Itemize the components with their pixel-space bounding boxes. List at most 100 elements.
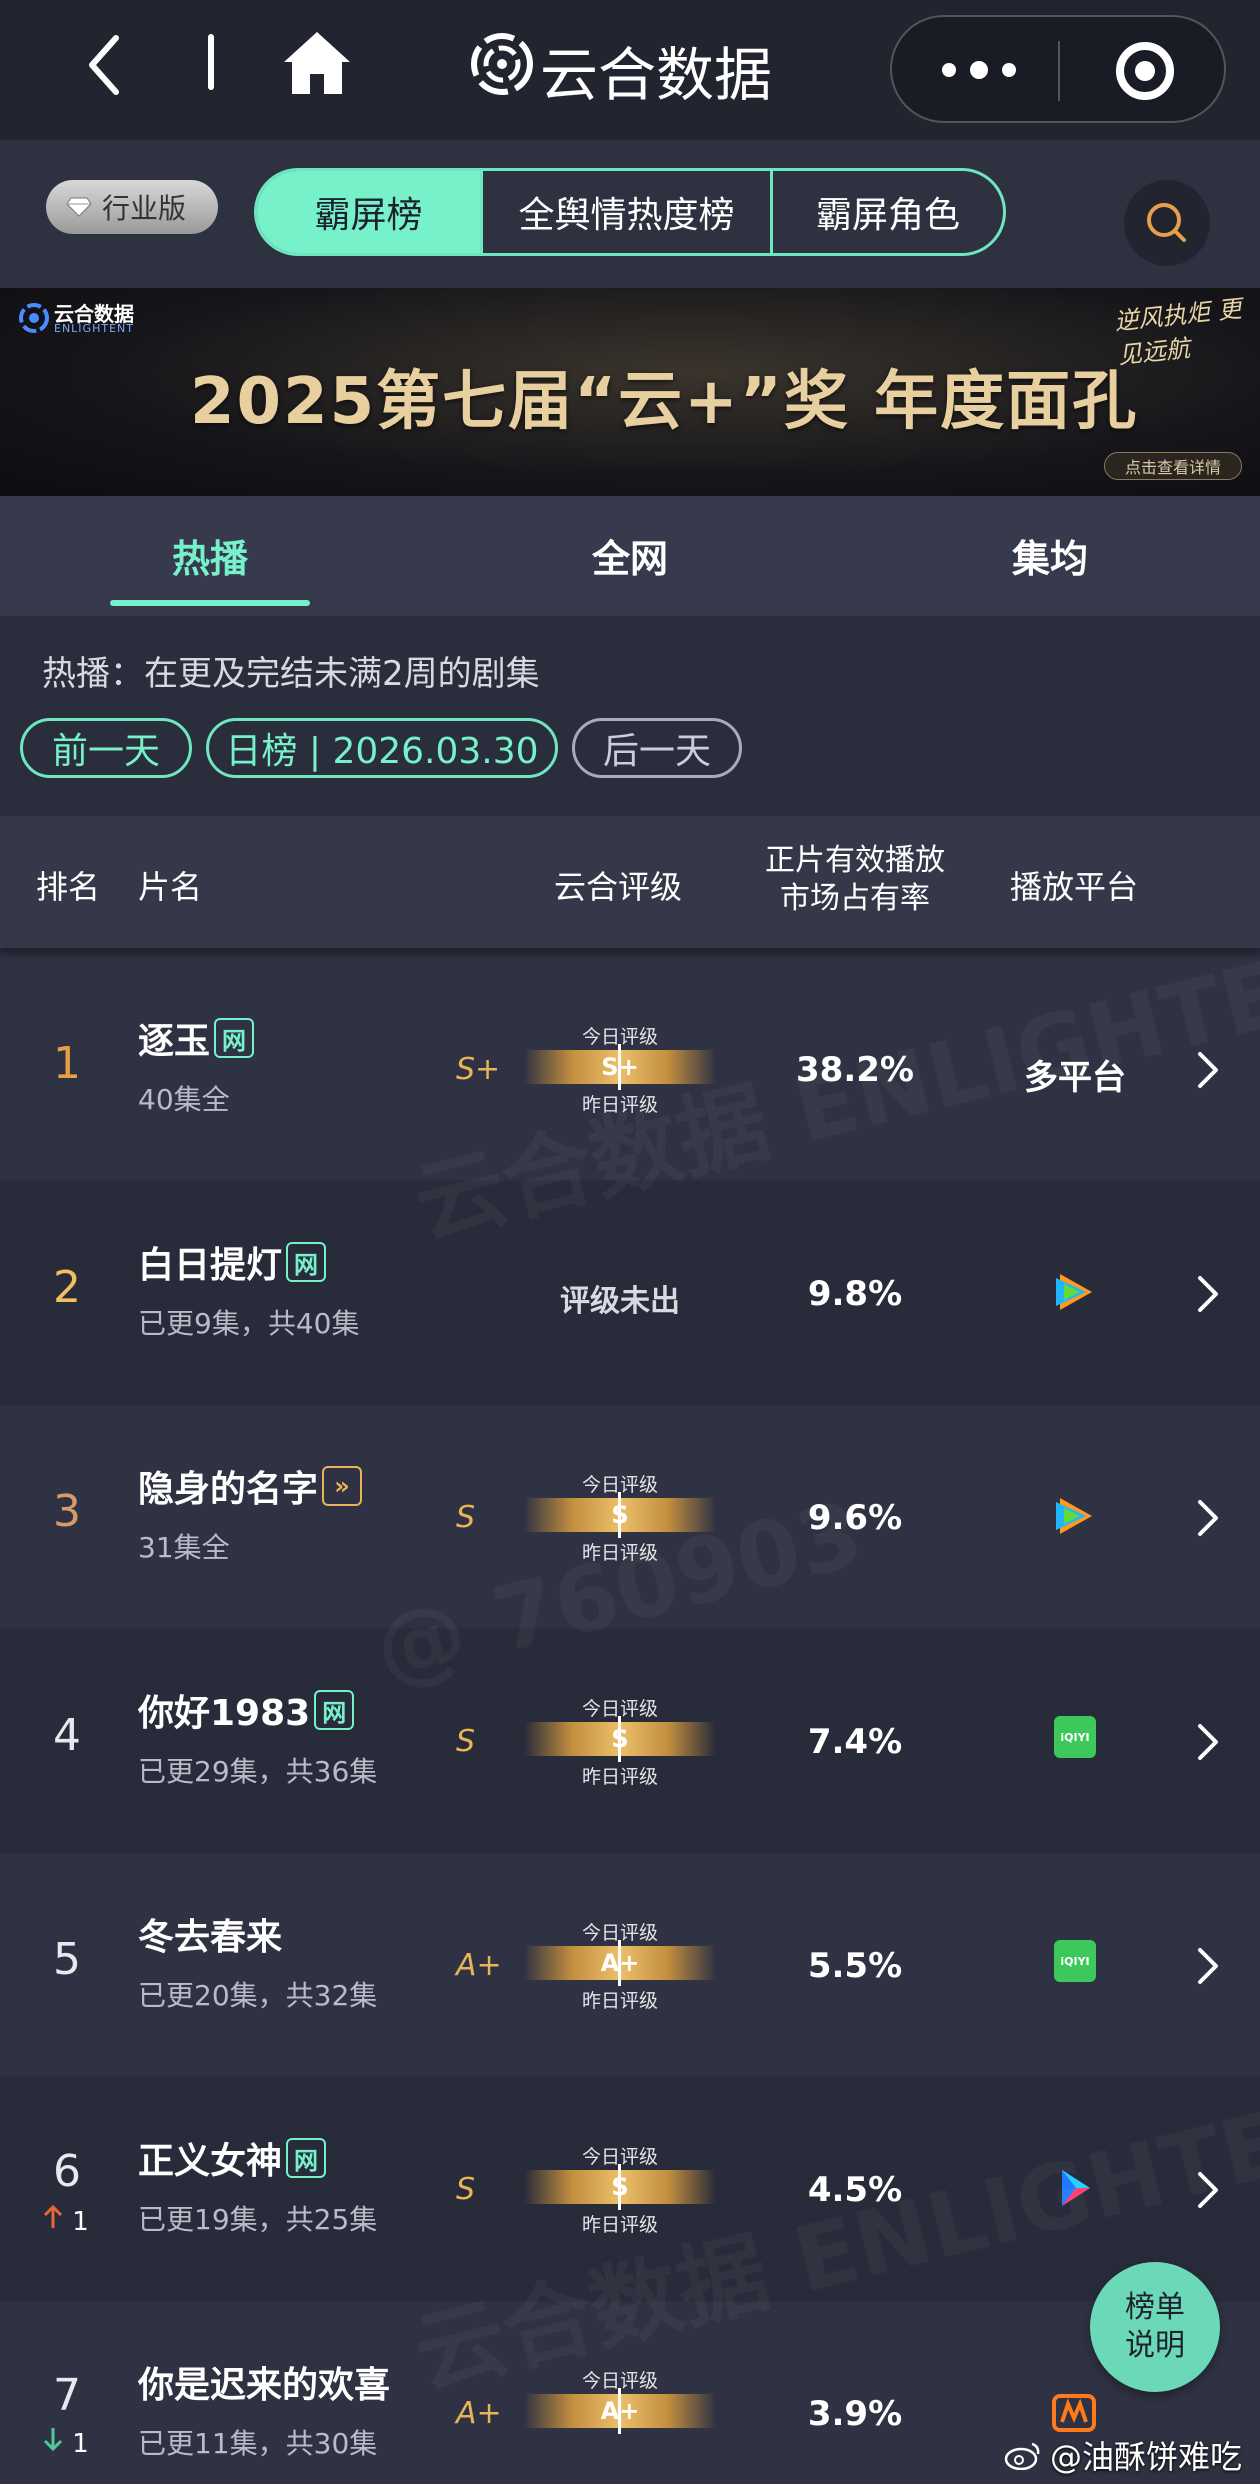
- chevron-right-icon[interactable]: [1194, 1946, 1222, 1986]
- chevron-right-icon[interactable]: [1194, 2170, 1222, 2210]
- iqiyi-icon: iQIYI: [1054, 1940, 1096, 1982]
- chart-description: 热播：在更及完结未满2周的剧集: [42, 654, 540, 694]
- tab-all-network[interactable]: 全网: [592, 528, 668, 583]
- chevron-right-icon[interactable]: [1194, 1050, 1222, 1090]
- rank-number: 6: [53, 2146, 81, 2197]
- mini-program-nav-bar: 云合数据: [0, 0, 1260, 140]
- market-share: 9.8%: [807, 1274, 903, 1314]
- rank-change: 1: [42, 2204, 89, 2237]
- grade-pending: 评级未出: [560, 1284, 680, 1319]
- diamond-icon: [66, 197, 92, 217]
- chart-explanation-button[interactable]: 榜单 说明: [1090, 2262, 1220, 2392]
- banner-slogan: 逆风执炬 更见远航: [1113, 294, 1243, 370]
- grade-bar: S: [524, 1716, 716, 1762]
- segment-public-opinion-heat[interactable]: 全舆情热度榜: [483, 171, 773, 253]
- app-title: 云合数据: [540, 41, 773, 109]
- chart-explanation-line2: 说明: [1125, 2328, 1185, 2363]
- award-banner[interactable]: 云合数据 ENLIGHTENT 2025第七届“云+”奖 年度面孔 逆风执炬 更…: [0, 288, 1260, 496]
- search-icon: [1147, 203, 1186, 242]
- episode-info: 已更9集，共40集: [138, 1307, 360, 1340]
- rank-number: 4: [53, 1710, 81, 1761]
- episode-info: 已更11集，共30集: [138, 2427, 378, 2460]
- market-share: 3.9%: [807, 2394, 903, 2434]
- network-tag-icon: 网: [286, 1242, 327, 1282]
- grade-bar: A+: [524, 2388, 716, 2434]
- header-rank: 排名: [36, 868, 101, 906]
- segment-dominant-screen[interactable]: 霸屏榜: [257, 171, 483, 253]
- grade-bar: S+: [524, 1044, 716, 1090]
- network-tag-icon: 网: [314, 1690, 355, 1730]
- grade-bar: S: [524, 1492, 716, 1538]
- episode-info: 已更19集，共25集: [138, 2203, 378, 2236]
- grade-label: S: [456, 1500, 476, 1535]
- table-row[interactable]: 2 白日提灯 网 已更9集，共40集 评级未出 9.8%: [0, 1182, 1260, 1404]
- table-header: 排名 片名 云合评级 正片有效播放 市场占有率 播放平台: [0, 816, 1260, 948]
- tab-hot-broadcast[interactable]: 热播: [172, 528, 248, 583]
- network-tag-icon: 网: [286, 2138, 327, 2178]
- next-day-button[interactable]: 后一天: [572, 718, 742, 778]
- show-title: 你好1983 网: [138, 1684, 355, 1736]
- grade-value: S: [611, 2173, 629, 2201]
- logo-icon: [471, 33, 533, 95]
- grade-bar: A+: [524, 1940, 716, 1986]
- chart-tabs: 热播 全网 集均: [0, 496, 1260, 616]
- episode-info: 31集全: [138, 1531, 230, 1564]
- grade-value: A+: [600, 1949, 640, 1977]
- show-title-text: 冬去春来: [138, 1917, 283, 1958]
- banner-details-button[interactable]: 点击查看详情: [1104, 452, 1242, 480]
- search-button[interactable]: [1124, 180, 1210, 266]
- rank-change-value: 1: [72, 2429, 89, 2459]
- capsule-menu: [890, 15, 1226, 123]
- grade-gauge: 今日评级 A+ 昨日评级: [520, 1918, 720, 2012]
- show-title-text: 你是迟来的欢喜: [138, 2365, 391, 2406]
- market-share: 7.4%: [807, 1722, 903, 1762]
- tencent-video-icon: [1056, 1274, 1092, 1310]
- show-title-text: 逐玉: [138, 1021, 211, 1062]
- header-market-share: 正片有效播放 市场占有率: [740, 842, 970, 918]
- banner-title: 2025第七届“云+”奖 年度面孔: [190, 365, 1139, 439]
- youku-icon: [1062, 2170, 1090, 2206]
- close-target-icon[interactable]: [1116, 42, 1174, 100]
- nav-separator: [208, 34, 214, 90]
- grade-gauge: 今日评级 S 昨日评级: [520, 1694, 720, 1788]
- table-row[interactable]: 5 冬去春来 已更20集，共32集 A+ 今日评级 A+ 昨日评级 5.5% i…: [0, 1854, 1260, 2076]
- industry-label: 行业版: [102, 192, 187, 225]
- episode-info: 已更29集，共36集: [138, 1755, 378, 1788]
- arrow-up-icon: [43, 2204, 63, 2228]
- iqiyi-icon: iQIYI: [1054, 1716, 1096, 1758]
- brand-logo-icon: [19, 303, 49, 333]
- table-row[interactable]: 6 1 正义女神 网 已更19集，共25集 S 今日评级 S 昨日评级 4.5%: [0, 2078, 1260, 2300]
- grade-gauge: 今日评级 S 昨日评级: [520, 1470, 720, 1564]
- grade-gauge: 今日评级 S 昨日评级: [520, 2142, 720, 2236]
- grade-value: A+: [600, 2397, 640, 2425]
- grade-bar: S: [524, 2164, 716, 2210]
- chevron-right-icon[interactable]: [1194, 1274, 1222, 1314]
- date-selector[interactable]: 日榜 | 2026.03.30: [206, 718, 558, 778]
- grade-yesterday-label: 昨日评级: [581, 2214, 658, 2236]
- chevron-right-icon[interactable]: [1194, 1722, 1222, 1762]
- grade-yesterday-label: 昨日评级: [581, 1766, 658, 1788]
- home-icon[interactable]: [282, 30, 352, 96]
- segment-dominant-role[interactable]: 霸屏角色: [773, 171, 1003, 253]
- industry-edition-badge[interactable]: 行业版: [46, 180, 218, 234]
- table-row[interactable]: 1 逐玉 网 40集全 S+ 今日评级 S+ 昨日评级 38.2% 多平台: [0, 958, 1260, 1180]
- banner-brand-sub: ENLIGHTENT: [54, 322, 134, 335]
- table-row[interactable]: 4 你好1983 网 已更29集，共36集 S 今日评级 S 昨日评级 7.4%…: [0, 1630, 1260, 1852]
- more-icon[interactable]: [942, 55, 1022, 85]
- header-platform: 播放平台: [1010, 868, 1139, 906]
- prev-day-button[interactable]: 前一天: [20, 718, 192, 778]
- weibo-icon: [1004, 2442, 1040, 2470]
- show-title-text: 你好1983: [138, 1693, 311, 1734]
- banner-brand: 云合数据 ENLIGHTENT: [18, 298, 148, 338]
- show-title-text: 正义女神: [138, 2141, 283, 2182]
- market-share: 38.2%: [796, 1050, 914, 1090]
- platform-label: 多平台: [1024, 1058, 1126, 1098]
- tab-episode-average[interactable]: 集均: [1012, 528, 1088, 583]
- back-icon[interactable]: [80, 30, 130, 100]
- rank-number: 5: [53, 1934, 81, 1985]
- capsule-separator: [1058, 41, 1060, 101]
- filter-bar: 行业版 霸屏榜 全舆情热度榜 霸屏角色: [0, 140, 1260, 288]
- table-row[interactable]: 3 隐身的名字 » 31集全 S 今日评级 S 昨日评级 9.6%: [0, 1406, 1260, 1628]
- mango-tv-icon: [1052, 2394, 1096, 2432]
- chevron-right-icon[interactable]: [1194, 1498, 1222, 1538]
